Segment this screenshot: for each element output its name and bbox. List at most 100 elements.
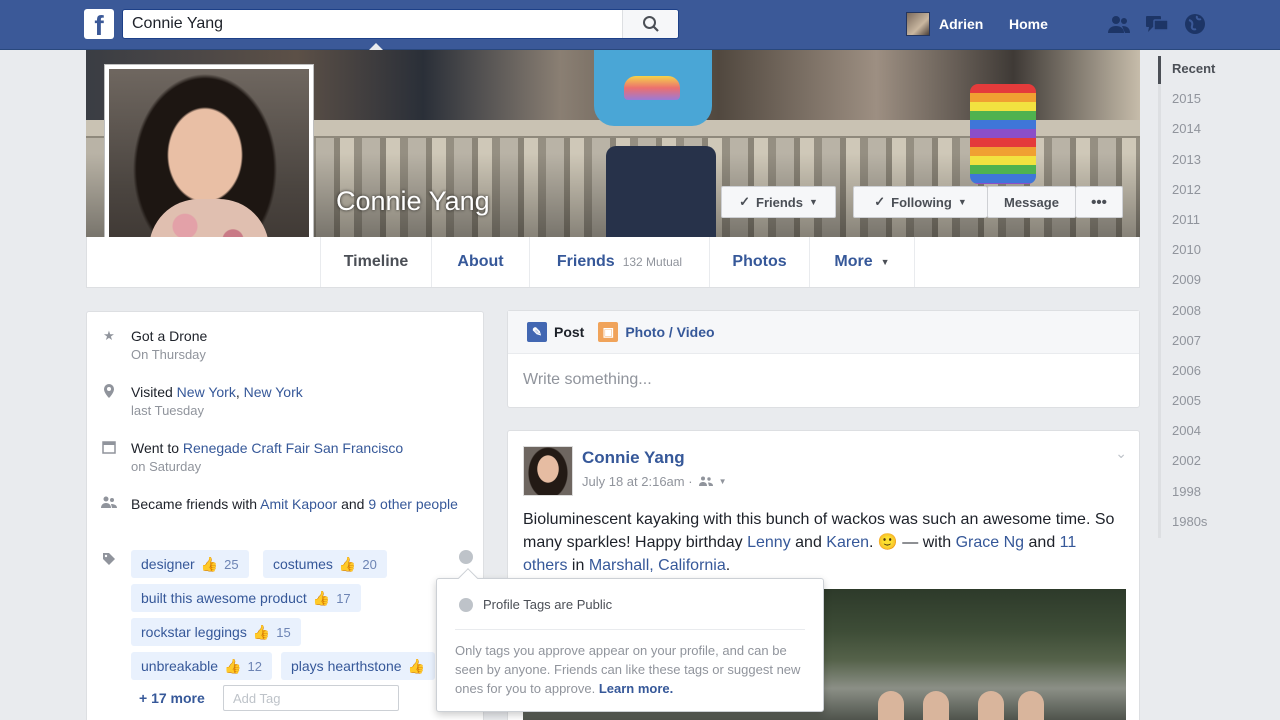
- life-event-text: Visited New York, New York: [131, 382, 471, 402]
- year-item[interactable]: 2010: [1161, 237, 1215, 267]
- post-author-name[interactable]: Connie Yang: [582, 448, 685, 468]
- life-event-time: On Thursday: [131, 347, 206, 362]
- home-link[interactable]: Home: [1009, 16, 1048, 32]
- year-item[interactable]: 2009: [1161, 267, 1215, 297]
- photo-person: [878, 691, 904, 720]
- ellipsis-icon: •••: [1091, 193, 1107, 211]
- year-item[interactable]: 2013: [1161, 147, 1215, 177]
- other-friends-link[interactable]: 9 other people: [368, 496, 458, 512]
- profile-tag[interactable]: plays hearthstone 👍: [281, 652, 435, 680]
- composer-text-input[interactable]: Write something...: [508, 354, 1139, 406]
- profile-tag[interactable]: rockstar leggings 👍 15: [131, 618, 301, 646]
- separator: ,: [235, 384, 244, 400]
- post-text-part: . 🙂 — with: [869, 534, 956, 551]
- more-tags-link[interactable]: + 17 more: [139, 690, 205, 706]
- year-item[interactable]: Recent: [1161, 56, 1215, 86]
- message-button[interactable]: Message: [987, 186, 1076, 218]
- tag-label: costumes: [273, 556, 333, 572]
- event-link[interactable]: Renegade Craft Fair San Francisco: [183, 440, 403, 456]
- year-item[interactable]: 2007: [1161, 328, 1215, 358]
- life-event: Visited New York, New York last Tuesday: [101, 382, 471, 420]
- thumbs-up-icon[interactable]: 👍: [408, 658, 425, 675]
- profile-tag[interactable]: designer 👍 25: [131, 550, 249, 578]
- profile-tag[interactable]: costumes 👍 20: [263, 550, 387, 578]
- learn-more-link[interactable]: Learn more.: [599, 681, 673, 696]
- search-input[interactable]: Connie Yang: [132, 15, 223, 33]
- profile-link[interactable]: Adrien: [906, 12, 983, 36]
- tab-more[interactable]: More ▼: [809, 237, 915, 287]
- top-icons: [1106, 12, 1208, 36]
- tab-friends[interactable]: Friends 132 Mutual: [529, 237, 709, 287]
- photo-person: [923, 691, 949, 720]
- active-tab-indicator: [369, 43, 383, 50]
- year-item[interactable]: 2015: [1161, 86, 1215, 116]
- popover-divider: [455, 629, 805, 630]
- composer-photo-option[interactable]: ▣ Photo / Video: [598, 322, 715, 342]
- year-item[interactable]: 2006: [1161, 358, 1215, 388]
- location-link[interactable]: New York: [177, 384, 236, 400]
- mutual-friends-count: 132 Mutual: [622, 255, 683, 269]
- photo-person: [978, 691, 1004, 720]
- tag-label: built this awesome product: [141, 590, 307, 606]
- location-link[interactable]: Marshall, California: [589, 557, 726, 574]
- tag-label: plays hearthstone: [291, 658, 402, 674]
- popover-title-text: Profile Tags are Public: [483, 597, 613, 612]
- friend-link[interactable]: Amit Kapoor: [260, 496, 337, 512]
- location-link[interactable]: New York: [244, 384, 303, 400]
- top-navigation-bar: f Connie Yang Adrien Home: [0, 0, 1280, 50]
- tagged-friend-link[interactable]: Lenny: [747, 534, 791, 551]
- year-item[interactable]: 2011: [1161, 207, 1215, 237]
- profile-tag[interactable]: unbreakable 👍 12: [131, 652, 272, 680]
- following-button[interactable]: ✓ Following ▼: [853, 186, 987, 218]
- thumbs-up-icon[interactable]: 👍: [201, 556, 218, 573]
- post-author-avatar[interactable]: [523, 446, 573, 496]
- popover-body: Only tags you approve appear on your pro…: [455, 641, 811, 698]
- thumbs-up-icon[interactable]: 👍: [224, 658, 241, 675]
- tab-about[interactable]: About: [431, 237, 529, 287]
- thumbs-up-icon[interactable]: 👍: [253, 624, 270, 641]
- year-item[interactable]: 2004: [1161, 418, 1215, 448]
- life-event: ★ Got a Drone On Thursday: [101, 326, 471, 364]
- tab-photos[interactable]: Photos: [709, 237, 809, 287]
- post-text: Bioluminescent kayaking with this bunch …: [523, 508, 1123, 577]
- year-item[interactable]: 2014: [1161, 116, 1215, 146]
- friends-button[interactable]: ✓ Friends ▼: [721, 186, 836, 218]
- thumbs-up-icon[interactable]: 👍: [339, 556, 356, 573]
- post-composer: ✎ Post ▣ Photo / Video Write something..…: [507, 310, 1140, 408]
- tab-timeline[interactable]: Timeline: [320, 237, 431, 287]
- more-options-button[interactable]: •••: [1076, 186, 1123, 218]
- add-tag-input[interactable]: Add Tag: [223, 685, 399, 711]
- globe-icon: [459, 597, 473, 612]
- post-timestamp[interactable]: July 18 at 2:16am ·: [582, 474, 693, 489]
- friend-requests-icon[interactable]: [1106, 12, 1132, 36]
- facebook-logo-icon[interactable]: f: [84, 9, 114, 39]
- tab-label: More: [834, 253, 873, 270]
- year-item[interactable]: 1980s: [1161, 509, 1215, 539]
- globe-icon[interactable]: [459, 550, 473, 569]
- post-text-part: in: [567, 557, 589, 574]
- messages-icon[interactable]: [1144, 12, 1170, 36]
- composer-post-option[interactable]: ✎ Post: [527, 322, 584, 342]
- search-box[interactable]: Connie Yang: [122, 9, 679, 39]
- life-event: Became friends with Amit Kapoor and 9 ot…: [101, 494, 471, 514]
- post-options-chevron-icon[interactable]: ⌄: [1115, 445, 1127, 462]
- post-text-part: and: [790, 534, 827, 551]
- year-item[interactable]: 2002: [1161, 448, 1215, 478]
- following-button-label: Following: [891, 194, 952, 210]
- caret-down-icon[interactable]: ▼: [719, 477, 727, 486]
- notifications-globe-icon[interactable]: [1182, 12, 1208, 36]
- year-item[interactable]: 1998: [1161, 479, 1215, 509]
- tag-like-count: 25: [224, 556, 239, 572]
- tagged-friend-link[interactable]: Karen: [826, 534, 869, 551]
- year-item[interactable]: 2012: [1161, 177, 1215, 207]
- profile-tag[interactable]: built this awesome product 👍 17: [131, 584, 361, 612]
- year-item[interactable]: 2005: [1161, 388, 1215, 418]
- photo-person: [1018, 691, 1044, 720]
- cover-photo-rainbow-socks: [996, 84, 1036, 184]
- life-event-prefix: Went to: [131, 440, 183, 456]
- year-item[interactable]: 2008: [1161, 298, 1215, 328]
- search-button[interactable]: [622, 10, 678, 38]
- audience-friends-icon[interactable]: [698, 474, 713, 489]
- tagged-friend-link[interactable]: Grace Ng: [956, 534, 1024, 551]
- thumbs-up-icon[interactable]: 👍: [313, 590, 330, 607]
